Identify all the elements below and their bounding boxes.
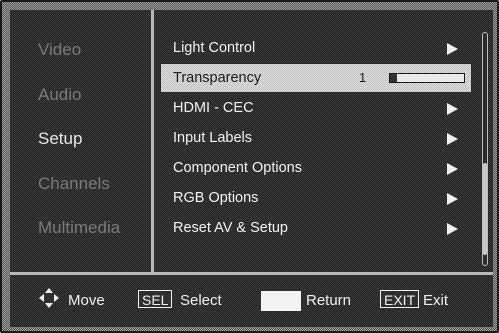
transparency-value: 1 xyxy=(359,70,367,85)
sidebar-item-multimedia[interactable]: Multimedia xyxy=(38,216,120,240)
transparency-slider[interactable] xyxy=(389,73,465,83)
menu-item-transparency[interactable]: Transparency 1 xyxy=(160,63,472,93)
triangle-right-icon xyxy=(447,193,458,205)
menu-item-label: RGB Options xyxy=(173,190,259,206)
scrollbar-thumb[interactable] xyxy=(483,163,487,255)
menu-item-light-control[interactable]: Light Control xyxy=(160,33,472,63)
triangle-right-icon xyxy=(447,103,458,115)
return-key-badge xyxy=(261,291,301,311)
menu-item-rgb-options[interactable]: RGB Options xyxy=(160,183,472,213)
menu-item-label: Transparency xyxy=(173,70,262,86)
menu-item-component-options[interactable]: Component Options xyxy=(160,153,472,183)
menu-scrollbar[interactable] xyxy=(482,32,488,266)
menu-screen: Video Audio Setup Channels Multimedia Li… xyxy=(10,10,493,327)
triangle-right-icon xyxy=(447,223,458,235)
exit-key-badge: EXIT xyxy=(380,290,420,308)
menu-item-label: Input Labels xyxy=(173,130,253,146)
menu-item-hdmi-cec[interactable]: HDMI - CEC xyxy=(160,93,472,123)
triangle-right-icon xyxy=(447,133,458,145)
tv-menu-frame: Video Audio Setup Channels Multimedia Li… xyxy=(0,0,499,333)
menu-item-label: HDMI - CEC xyxy=(173,100,254,116)
sidebar-item-video[interactable]: Video xyxy=(38,38,81,62)
menu-item-reset-av-setup[interactable]: Reset AV & Setup xyxy=(160,213,472,243)
sidebar-item-audio[interactable]: Audio xyxy=(38,83,81,107)
triangle-right-icon xyxy=(447,163,458,175)
sel-key-badge: SEL xyxy=(138,290,173,308)
slider-fill xyxy=(390,74,398,82)
select-hint-label: Select xyxy=(180,292,222,309)
triangle-right-icon xyxy=(447,43,458,55)
exit-hint-label: Exit xyxy=(423,292,449,309)
menu-item-label: Component Options xyxy=(173,160,302,176)
setup-menu: Light Control Transparency 1 HDMI - CEC … xyxy=(160,10,478,272)
sidebar-item-channels[interactable]: Channels xyxy=(38,172,110,196)
menu-item-label: Reset AV & Setup xyxy=(173,220,288,236)
return-hint-label: Return xyxy=(306,292,352,309)
footer-hint-bar: Move SEL Select Return EXIT Exit xyxy=(10,275,493,327)
vertical-divider xyxy=(151,10,154,272)
move-hint-label: Move xyxy=(68,292,105,309)
menu-item-label: Light Control xyxy=(173,40,256,56)
menu-item-input-labels[interactable]: Input Labels xyxy=(160,123,472,153)
sidebar-item-setup[interactable]: Setup xyxy=(38,127,82,151)
sidebar: Video Audio Setup Channels Multimedia xyxy=(10,10,150,272)
four-way-arrow-icon xyxy=(39,288,59,308)
